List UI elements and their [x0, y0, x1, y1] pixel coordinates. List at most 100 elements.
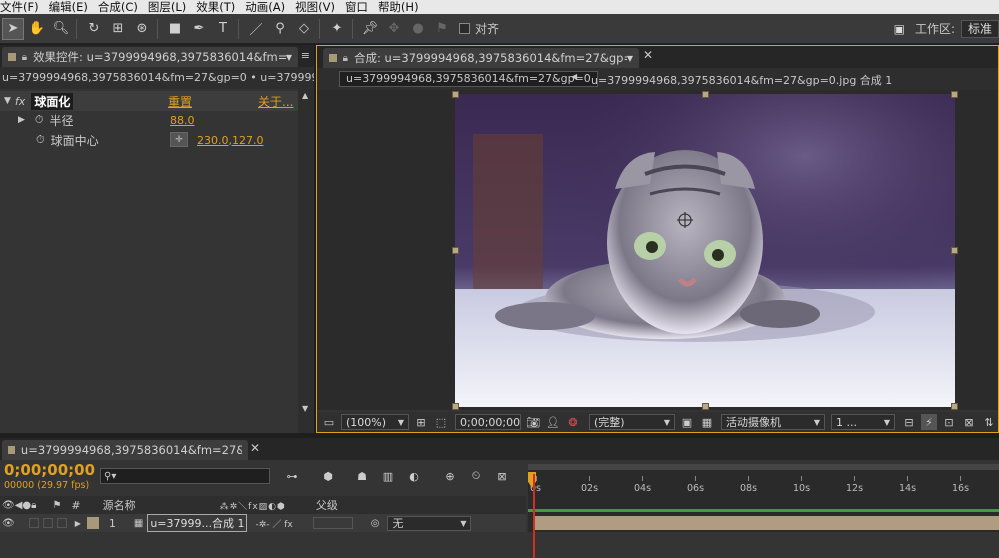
close-tab-icon[interactable]: ✕ [643, 48, 653, 62]
tab-composition[interactable]: 🔒︎ 合成: u=3799994968,3975836014&fm=27&gp=… [323, 48, 639, 68]
transparency-grid-icon[interactable]: ▦ [699, 414, 715, 430]
transform-handle[interactable] [951, 403, 958, 410]
workspace-icon[interactable]: ▣ [894, 22, 905, 36]
comp-mini-flowchart-icon[interactable]: ⊶ [284, 468, 300, 484]
layer-switch-boxes[interactable] [312, 517, 353, 529]
solo-toggle[interactable] [42, 518, 53, 528]
workspace-select[interactable]: 标准 [961, 19, 999, 38]
brush-tool-icon[interactable]: ／ [245, 18, 267, 40]
eraser-tool-icon[interactable]: ◇ [293, 18, 315, 40]
col-source-name[interactable]: 源名称 [103, 497, 136, 513]
audio-toggle[interactable] [28, 518, 39, 528]
menu-item-8[interactable]: 帮助(H) [378, 0, 419, 15]
effect-row[interactable]: ▼ fx 球面化 重置 关于... [0, 91, 298, 111]
transform-handle[interactable] [452, 91, 459, 98]
tab-dropdown-icon[interactable]: ▼ [627, 54, 633, 63]
layer-name[interactable]: u=37999...合成 1 [147, 514, 248, 532]
menu-item-3[interactable]: 图层(L) [148, 0, 186, 15]
reset-link[interactable]: 重置 [168, 93, 192, 110]
time-ruler[interactable]: 0s 02s 04s 06s 08s 10s 12s 14s 16s [528, 464, 999, 496]
expand-arrow-icon[interactable]: ▼ [4, 96, 11, 106]
comp-viewer[interactable] [317, 90, 998, 410]
effects-scrollbar[interactable]: ▲ ▼ [298, 89, 314, 433]
scroll-up-icon[interactable]: ▲ [302, 91, 308, 100]
exposure-icon[interactable]: ⇅ [981, 414, 997, 430]
comp-flowchart-icon[interactable]: ⊠ [961, 414, 977, 430]
show-snapshot-icon[interactable]: 👤︎ [545, 414, 561, 430]
transform-handle[interactable] [452, 247, 459, 254]
menu-item-5[interactable]: 动画(A) [245, 0, 285, 15]
menu-item-0[interactable]: 文件(F) [0, 0, 39, 15]
layer-duration-bar[interactable] [534, 516, 999, 530]
safe-margins-icon[interactable]: ⊞ [413, 414, 429, 430]
menu-item-6[interactable]: 视图(V) [295, 0, 335, 15]
rotate-tool-icon[interactable]: ↻ [83, 18, 105, 40]
tab-effects-controls[interactable]: 🔒︎ 效果控件: u=3799994968,3975836014&fm=2 ▼ [2, 47, 298, 67]
crosshair-button[interactable]: ✛ [170, 132, 188, 147]
eye-icon[interactable]: 👁︎ [2, 518, 15, 529]
draft-3d-icon[interactable]: ⬢ [320, 468, 336, 484]
stopwatch-icon[interactable]: ⏱ [35, 113, 44, 127]
timeline-icon[interactable]: ⊡ [941, 414, 957, 430]
radius-value[interactable]: 88.0 [170, 114, 195, 127]
camera-tool-icon[interactable]: ⊞ [107, 18, 129, 40]
layer-switches[interactable]: -✲- ／ fx [255, 517, 292, 530]
region-of-interest-icon[interactable]: ▣ [679, 414, 695, 430]
stopwatch-icon[interactable]: ⏱ [36, 133, 45, 147]
transform-handle[interactable] [951, 91, 958, 98]
menu-item-7[interactable]: 窗口 [345, 0, 368, 15]
tab-timeline[interactable]: u=3799994968,3975836014&fm=27&gp=0 [2, 440, 248, 460]
expand-arrow-icon[interactable]: ▶ [18, 115, 25, 125]
zoom-tool-icon[interactable]: 🔍︎ [50, 18, 72, 40]
brainstorm-icon[interactable]: ⏲ [468, 468, 484, 484]
about-link[interactable]: 关于... [258, 93, 293, 110]
lock-toggle[interactable] [56, 518, 67, 528]
live-update-icon[interactable]: ⊠ [494, 468, 510, 484]
selection-tool-icon[interactable]: ➤ [2, 17, 24, 40]
breadcrumb-active[interactable]: u=3799994968,3975836014&fm=27&gp=0 [339, 71, 598, 87]
motion-blur-icon[interactable]: ◐ [406, 468, 422, 484]
transform-handle[interactable] [452, 403, 459, 410]
scroll-down-icon[interactable]: ▼ [302, 404, 308, 413]
tab-dropdown-icon[interactable]: ▼ [286, 53, 292, 62]
text-tool-icon[interactable]: T [212, 18, 234, 40]
breadcrumb-next[interactable]: u=3799994968,3975836014&fm=27&gp=0.jpg 合… [591, 72, 892, 88]
menu-item-4[interactable]: 效果(T) [196, 0, 235, 15]
timeline-search-input[interactable]: ⚲▾ [100, 468, 270, 484]
resolution-select[interactable]: (完整) ▼ [589, 414, 675, 430]
roto-brush-tool-icon[interactable]: ✦ [326, 18, 348, 40]
transform-handle[interactable] [702, 91, 709, 98]
label-tag-icon[interactable]: ⚑ [52, 500, 61, 511]
always-preview-icon[interactable]: ▭ [321, 414, 337, 430]
pick-whip-icon[interactable]: ◎ [371, 518, 380, 529]
center-value[interactable]: 230.0,127.0 [197, 134, 263, 147]
fx-icon[interactable]: fx [15, 95, 25, 108]
fast-preview-icon[interactable]: ⚡︎ [921, 414, 937, 430]
frame-blending-icon[interactable]: ▥ [380, 468, 396, 484]
snap-toggle[interactable]: 对齐 [459, 20, 499, 37]
work-area-bar[interactable] [528, 464, 999, 470]
timeline-timecode[interactable]: 0;00;00;00 [4, 461, 95, 479]
menu-item-1[interactable]: 编辑(E) [49, 0, 88, 15]
panel-menu-icon[interactable]: ≡ [301, 49, 310, 62]
puppet-pin-tool-icon[interactable]: 📌︎ [359, 18, 381, 40]
snap-checkbox[interactable] [459, 23, 470, 34]
zoom-select[interactable]: (100%) ▼ [341, 414, 409, 430]
snapshot-icon[interactable]: 📷︎ [525, 414, 541, 430]
clone-stamp-tool-icon[interactable]: ⚲ [269, 18, 291, 40]
toggle-pixel-aspect-icon[interactable]: ⊟ [901, 414, 917, 430]
graph-editor-icon[interactable]: ⊕ [442, 468, 458, 484]
hand-tool-icon[interactable]: ✋ [26, 18, 48, 40]
shy-layers-icon[interactable]: ☗ [354, 468, 370, 484]
close-tab-icon[interactable]: ✕ [250, 441, 260, 455]
lock-icon[interactable]: 🔒︎ [22, 52, 27, 63]
work-area-range[interactable] [528, 509, 999, 512]
rectangle-tool-icon[interactable]: ■ [164, 18, 186, 40]
parent-select[interactable]: 无 ▼ [387, 515, 472, 531]
label-color-swatch[interactable] [86, 517, 99, 529]
mask-visibility-icon[interactable]: ⬚ [433, 414, 449, 430]
menu-item-2[interactable]: 合成(C) [98, 0, 138, 15]
pan-behind-tool-icon[interactable]: ⊛ [131, 18, 153, 40]
expand-arrow-icon[interactable]: ▶ [75, 519, 81, 528]
lock-icon[interactable]: 🔒︎ [343, 53, 348, 64]
